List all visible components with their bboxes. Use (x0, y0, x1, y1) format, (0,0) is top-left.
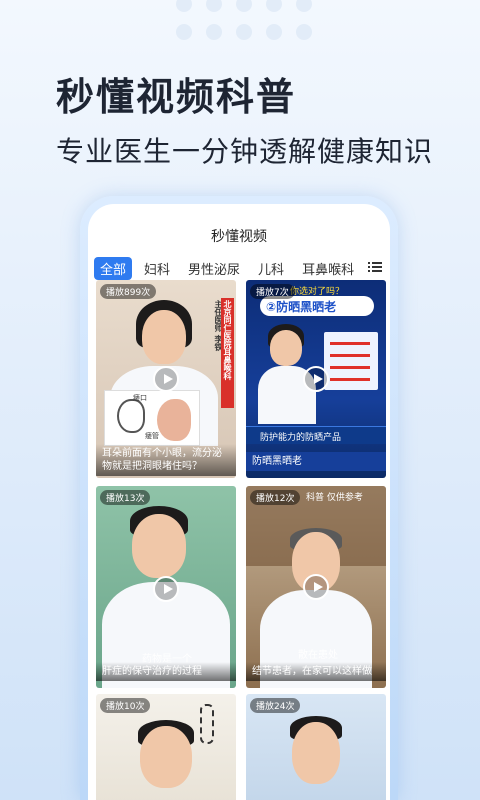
tab-gynecology[interactable]: 妇科 (138, 257, 176, 280)
video-card[interactable]: 主任医师 李铁 北京同仁医院耳鼻喉科 瘘口 瘘管 播放899次 耳朵前面有个小眼… (96, 280, 236, 478)
play-icon[interactable] (153, 366, 179, 392)
video-card[interactable]: 播放10次 (96, 694, 236, 800)
category-tabs: 全部 妇科 男性泌尿 儿科 耳鼻喉科 (94, 256, 386, 280)
overlay-title: ②防晒黑晒老 (266, 300, 337, 314)
view-count-badge: 播放13次 (100, 490, 151, 505)
page-title: 秒懂视频 (211, 229, 267, 245)
doctor-face (142, 310, 186, 364)
ear-diagram-inset: 瘘口 瘘管 (104, 390, 200, 446)
whiteboard-line (330, 342, 370, 345)
whiteboard-line (330, 354, 370, 357)
ear-sketch (117, 399, 145, 433)
video-caption: 结节患者，在家可以这样做 (246, 662, 386, 681)
view-count-badge: 播放7次 (250, 284, 295, 299)
overlay-band-text: 防护能力的防晒产品 (260, 433, 342, 443)
overlay-question: 你选对了吗？ (290, 287, 345, 297)
video-card[interactable]: 播放24次 (246, 694, 386, 800)
whiteboard (324, 332, 378, 390)
phone-frame: 秒懂视频 全部 妇科 男性泌尿 儿科 耳鼻喉科 主任医师 李铁 北京同仁医院耳鼻… (80, 196, 398, 800)
tab-all[interactable]: 全部 (94, 256, 133, 280)
doctor-face (270, 330, 302, 366)
decorative-dots (170, 0, 340, 50)
view-count-badge: 播放12次 (250, 490, 301, 505)
overlay-mid-text: 散在患处 (298, 650, 338, 661)
ear-shape (157, 399, 191, 441)
promo-headline: 秒懂视频科普 (56, 75, 297, 119)
play-icon[interactable] (303, 574, 329, 600)
overlay-band: 防护能力的防晒产品 (246, 426, 386, 444)
video-caption: 耳朵前面有个小眼，流分泌物就是把洞眼堵住吗？ (96, 444, 236, 476)
doctor-face (140, 726, 192, 788)
video-card[interactable]: 科普 仅供参考 散在患处 播放12次 结节患者，在家可以这样做 (246, 486, 386, 688)
play-icon[interactable] (153, 576, 179, 602)
doodle-decoration (200, 704, 214, 744)
whiteboard-line (330, 366, 370, 369)
video-caption: 防晒黑晒老 (246, 452, 386, 471)
view-count-badge: 播放24次 (250, 698, 301, 713)
tab-urology[interactable]: 男性泌尿 (182, 257, 246, 280)
hospital-band: 北京同仁医院耳鼻喉科 (221, 298, 234, 408)
tab-ent[interactable]: 耳鼻喉科 (296, 257, 360, 280)
inset-label-fistula-tract: 瘘管 (145, 432, 159, 440)
view-count-badge: 播放10次 (100, 698, 151, 713)
video-card[interactable]: ②防晒黑晒老 你选对了吗？ 防护能力的防晒产品 播放7次 防晒黑晒老 (246, 280, 386, 478)
video-caption: 肝症的保守治疗的过程 (96, 662, 236, 681)
doctor-face (292, 722, 340, 784)
video-card[interactable]: 药物是一个 播放13次 肝症的保守治疗的过程 (96, 486, 236, 688)
overlay-text: 科普 仅供参考 (306, 493, 363, 503)
play-icon[interactable] (303, 366, 329, 392)
list-menu-icon[interactable] (368, 260, 382, 274)
inset-label-fistula-opening: 瘘口 (133, 394, 147, 402)
view-count-badge: 播放899次 (100, 284, 157, 299)
phone-screen: 秒懂视频 全部 妇科 男性泌尿 儿科 耳鼻喉科 主任医师 李铁 北京同仁医院耳鼻… (88, 204, 390, 800)
promo-subline: 专业医生一分钟透解健康知识 (56, 135, 434, 168)
whiteboard-line (330, 378, 370, 381)
doctor-face (132, 514, 186, 578)
tab-pediatrics[interactable]: 儿科 (252, 257, 290, 280)
hospital-name: 北京同仁医院耳鼻喉科 (223, 300, 232, 380)
